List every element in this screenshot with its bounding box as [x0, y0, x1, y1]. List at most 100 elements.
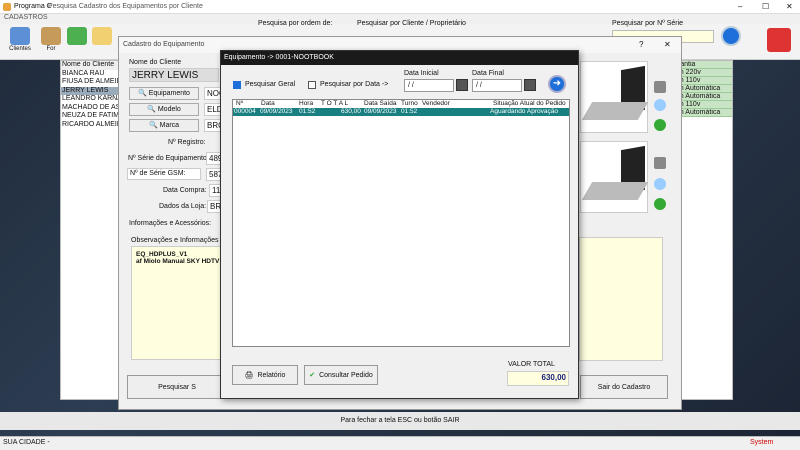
client-list[interactable]: Nome do Cliente BIANCA RAU FIUSA DE ALME… — [60, 60, 120, 400]
data-inicial-label: Data Inicial — [404, 70, 439, 77]
list-item[interactable]: JERRY LEWIS — [61, 86, 119, 95]
menu-cadastros[interactable]: CADASTROS — [4, 14, 48, 21]
col-header: Data Saída — [364, 100, 397, 107]
suppliers-icon — [41, 27, 61, 45]
list-item[interactable]: BIANCA RAU — [61, 70, 119, 79]
camera-icon[interactable] — [654, 157, 666, 169]
equipment-image — [580, 61, 649, 133]
list-item[interactable]: FIUSA DE ALMEIDA — [61, 78, 119, 87]
pesquisar-button[interactable]: Pesquisar S — [127, 375, 227, 399]
marca-button[interactable]: 🔍 Marca — [129, 119, 199, 132]
list-item[interactable]: em 110v — [674, 101, 732, 109]
data-final-input[interactable]: / / — [472, 79, 522, 92]
list-item[interactable]: NEUZA DE FATIMA — [61, 112, 119, 121]
equipment-image — [580, 141, 649, 213]
minimize-icon[interactable]: – — [738, 2, 742, 11]
list-item[interactable]: MACHADO DE ASS — [61, 104, 119, 113]
col-header: Turno — [401, 100, 418, 107]
valor-total-label: VALOR TOTAL — [508, 361, 555, 368]
list-item[interactable]: em Automática — [674, 93, 732, 101]
cell: 09/09/2023 — [260, 108, 293, 115]
list-item[interactable]: RICARDO ALMEIDA — [61, 121, 119, 130]
exit-icon[interactable] — [767, 28, 791, 52]
nome-label: Nome do Cliente — [129, 59, 182, 66]
obs-textarea[interactable]: EQ_HDPLUS_V1 af Miolo Manual SKY HDTV I — [131, 246, 223, 360]
list-item[interactable]: arantia — [674, 61, 732, 69]
clients-icon — [10, 27, 30, 45]
window-title: Pesquisa Cadastro dos Equipamentos por C… — [48, 3, 203, 10]
relatorio-button[interactable]: 🖨 Relatório — [232, 365, 298, 385]
obs-line: EQ_HDPLUS_V1 — [136, 251, 188, 258]
maximize-icon[interactable]: ☐ — [762, 2, 769, 11]
close-icon[interactable]: ✕ — [786, 2, 793, 11]
pesquisar-geral-label: Pesquisar Geral — [245, 81, 296, 88]
app-title: Programa C — [14, 3, 52, 10]
calendar-icon[interactable] — [456, 79, 468, 91]
zoom-icon[interactable] — [654, 178, 666, 190]
search-serial-label: Pesquisar por Nº Série — [612, 20, 684, 27]
warranty-list[interactable]: arantia em 220v em 110v em Automática em… — [673, 60, 733, 400]
pesquisar-data-label: Pesquisar por Data -> — [320, 81, 389, 88]
search-icon: 🔍 — [138, 90, 147, 97]
list-item[interactable]: LEANDRO KARNAL — [61, 95, 119, 104]
serie-label: Nº Série do Equipamento: — [128, 155, 209, 162]
main-title-bar: Programa C Pesquisa Cadastro dos Equipam… — [0, 0, 800, 14]
registro-label: Nº Registro: — [168, 139, 206, 146]
camera-icon[interactable] — [654, 81, 666, 93]
check-icon: ✔ — [309, 372, 316, 379]
app-icon — [3, 3, 11, 11]
pedidos-table[interactable]: Nº Data Hora T O T A L Data Saída Turno … — [232, 99, 570, 347]
calendar-icon[interactable] — [524, 79, 536, 91]
equipamento-dialog: Equipamento -> 0001-NOOTBOOK Pesquisar G… — [220, 50, 579, 399]
list-item[interactable]: em 110v — [674, 77, 732, 85]
cell: 630,00 — [341, 108, 361, 115]
pesquisar-data-checkbox[interactable] — [308, 81, 316, 89]
cell: 09/09/2023 — [364, 108, 397, 115]
valor-total-field: 630,00 — [507, 371, 569, 386]
list-item[interactable]: em Automática — [674, 109, 732, 117]
loja-label: Dados da Loja: — [159, 203, 207, 210]
add-icon — [67, 27, 87, 45]
data-final-label: Data Final — [472, 70, 504, 77]
gsm-select[interactable]: Nº de Série GSM: — [127, 168, 201, 180]
client-list-header: Nome do Cliente — [61, 61, 119, 70]
cell: 01:52 — [401, 108, 418, 115]
search-icon: 🔍 — [147, 106, 156, 113]
col-header: Situação Atual do Pedido — [493, 100, 566, 107]
search-order-label: Pesquisa por ordem de: — [258, 20, 333, 27]
consultar-pedido-button[interactable]: ✔ Consultar Pedido — [304, 365, 378, 385]
go-arrow-icon[interactable] — [721, 26, 741, 46]
data-inicial-input[interactable]: / / — [404, 79, 454, 92]
add-icon[interactable] — [654, 198, 666, 210]
add-icon[interactable] — [654, 119, 666, 131]
edit-button[interactable] — [87, 26, 117, 58]
status-bar: SUA CIDADE - System — [0, 436, 800, 450]
pesquisar-geral-checkbox[interactable] — [233, 81, 241, 89]
sair-button[interactable]: Sair do Cadastro — [580, 375, 668, 399]
list-item[interactable]: em Automática — [674, 85, 732, 93]
compra-label: Data Compra: — [163, 187, 207, 194]
printer-icon: 🖨 — [244, 372, 254, 379]
modelo-button[interactable]: 🔍 Modelo — [129, 103, 199, 116]
search-go-icon[interactable]: ➜ — [548, 75, 566, 93]
status-city: SUA CIDADE - — [3, 439, 50, 446]
list-item[interactable]: em 220v — [674, 69, 732, 77]
clientes-button[interactable]: Clientes — [5, 26, 35, 58]
obs-textarea-right[interactable] — [579, 237, 663, 361]
col-header: Vendedor — [422, 100, 450, 107]
search-client-label: Pesquisar por Cliente / Proprietário — [357, 20, 466, 27]
col-header: Hora — [299, 100, 314, 107]
info-label: Informações e Acessórios: — [129, 220, 212, 227]
close-icon[interactable]: ✕ — [664, 40, 671, 49]
equipamento-title: Equipamento -> 0001-NOOTBOOK — [221, 51, 578, 65]
nome-field[interactable]: JERRY LEWIS — [129, 68, 219, 82]
help-icon[interactable]: ? — [639, 40, 643, 49]
table-row[interactable]: 000004 09/09/2023 01:52 630,00 09/09/202… — [233, 108, 569, 116]
cell: Aguardando Aprovação — [490, 108, 558, 115]
edit-icon — [92, 27, 112, 45]
cell: 000004 — [234, 108, 256, 115]
cell: 01:52 — [299, 108, 316, 115]
close-hint: Para fechar a tela ESC ou botão SAIR — [0, 412, 800, 430]
equipamento-button[interactable]: 🔍 Equipamento — [129, 87, 199, 100]
zoom-icon[interactable] — [654, 99, 666, 111]
